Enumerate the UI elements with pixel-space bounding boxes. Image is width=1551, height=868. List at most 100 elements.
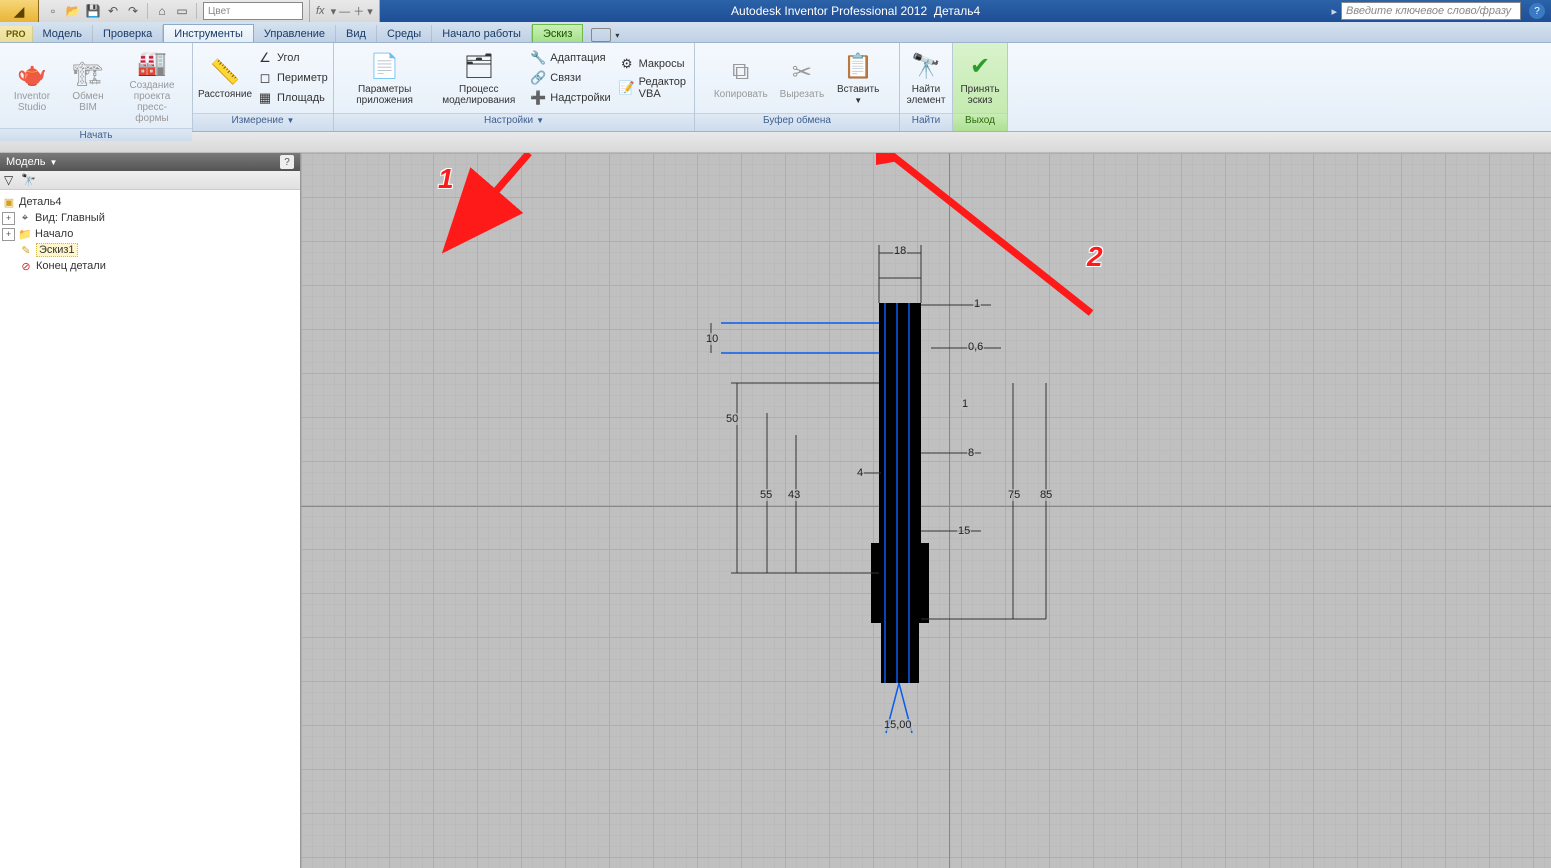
tab-tools[interactable]: Инструменты [163,24,254,42]
color-selector[interactable]: Цвет [203,2,303,20]
panel-find: 🔭Найти элемент Найти [900,43,953,131]
mold-icon: 🏭 [136,47,168,79]
tree-sketch[interactable]: ✎Эскиз1 [2,242,298,258]
undo-icon[interactable]: ↶ [105,3,121,19]
inventor-studio-button[interactable]: 🫖Inventor Studio [6,56,58,115]
tab-view[interactable]: Вид [336,25,377,42]
tab-start[interactable]: Начало работы [432,25,532,42]
dim-10[interactable]: 10 [705,333,719,345]
annotation-1: 1 [438,163,454,195]
sketch-canvas[interactable]: 18 1 0,6 1 10 50 4 8 55 43 75 85 15 15,0… [301,153,1551,868]
window-title: Autodesk Inventor Professional 2012 Дета… [380,4,1332,18]
tree-view[interactable]: +⌖Вид: Главный [2,210,298,226]
addins-button[interactable]: ➕Надстройки [528,89,612,107]
check-icon: ✔ [964,51,996,83]
macros-button[interactable]: ⚙Макросы [617,55,688,73]
dim-1500[interactable]: 15,00 [883,719,913,731]
view-icon: ⌖ [18,211,32,225]
panel-title-exit: Выход [953,113,1007,131]
area-button[interactable]: ▦Площадь [255,89,330,107]
tab-check[interactable]: Проверка [93,25,163,42]
find-button[interactable]: 🔭Найти элемент [900,49,952,108]
help-icon[interactable]: ? [1529,3,1545,19]
ruler-icon: 📏 [209,56,241,88]
copy-icon: ⧉ [725,56,757,88]
teapot-icon: 🫖 [16,58,48,90]
model-browser: Модель▼? ▽ 🔭 ▣Деталь4 +⌖Вид: Главный +📁Н… [0,153,301,868]
dim-4[interactable]: 4 [856,467,864,479]
paste-button[interactable]: 📋Вставить▼ [832,49,884,108]
panel-settings: 📄Параметры приложения 🗂Процесс моделиров… [334,43,695,131]
tab-env[interactable]: Среды [377,25,432,42]
folder-icon: 📁 [18,227,32,241]
adaptation-button[interactable]: 🔧Адаптация [528,49,612,67]
dim-1b[interactable]: 1 [961,398,969,410]
dim-75[interactable]: 75 [1007,489,1021,501]
distance-button[interactable]: 📏Расстояние [199,54,251,102]
perimeter-button[interactable]: ◻Периметр [255,69,330,87]
tab-model[interactable]: Модель [33,25,93,42]
dim-55[interactable]: 55 [759,489,773,501]
dim-8[interactable]: 8 [967,447,975,459]
panel-title-find: Найти [900,113,952,131]
panel-strip [0,132,1551,153]
panel-title-settings[interactable]: Настройки▼ [334,113,694,131]
expand-icon[interactable]: + [2,212,15,225]
new-icon[interactable]: ▫ [45,3,61,19]
home-icon[interactable]: ⌂ [154,3,170,19]
dim-43[interactable]: 43 [787,489,801,501]
tab-manage[interactable]: Управление [254,25,336,42]
binoculars-icon: 🔭 [910,51,942,83]
ribbon-tabs: PRO Модель Проверка Инструменты Управлен… [0,22,1551,43]
macros-icon: ⚙ [619,56,635,72]
mold-project-button[interactable]: 🏭Создание проекта пресс-формы [118,45,186,126]
stop-icon: ⊘ [19,259,33,273]
sketch-icon: ✎ [19,243,33,257]
dim-06[interactable]: 0,6 [967,341,984,353]
select-icon[interactable]: ▭ [174,3,190,19]
vba-button[interactable]: 📝Редактор VBA [617,75,688,101]
accept-sketch-button[interactable]: ✔Принять эскиз [954,49,1006,108]
dim-1a[interactable]: 1 [973,298,981,310]
model-process-button[interactable]: 🗂Процесс моделирования [433,49,524,108]
tree-root[interactable]: ▣Деталь4 [2,194,298,210]
panel-begin: 🫖Inventor Studio 🏗Обмен BIM 🏭Создание пр… [0,43,193,131]
app-params-button[interactable]: 📄Параметры приложения [340,49,429,108]
filter-icon[interactable]: ▽ [4,173,13,187]
redo-icon[interactable]: ↷ [125,3,141,19]
model-tree: ▣Деталь4 +⌖Вид: Главный +📁Начало ✎Эскиз1… [0,190,300,278]
panel-measure: 📏Расстояние ∠Угол ◻Периметр ▦Площадь Изм… [193,43,334,131]
dim-50[interactable]: 50 [725,413,739,425]
cut-button[interactable]: ✂Вырезать [776,54,828,102]
copy-button[interactable]: ⧉Копировать [710,54,772,102]
open-icon[interactable]: 📂 [65,3,81,19]
dim-18[interactable]: 18 [893,245,907,257]
formula-bar[interactable]: fx▾ — ＋ ▾ [310,0,380,22]
tab-sketch[interactable]: Эскиз [532,24,583,42]
addins-icon: ➕ [530,90,546,106]
bim-icon: 🏗 [72,58,104,90]
tree-origin[interactable]: +📁Начало [2,226,298,242]
browser-header[interactable]: Модель▼? [0,153,300,171]
angle-button[interactable]: ∠Угол [255,49,330,67]
find-small-icon[interactable]: 🔭 [21,173,36,187]
browser-toolbar: ▽ 🔭 [0,171,300,190]
angle-icon: ∠ [257,50,273,66]
tab-pro[interactable]: PRO [0,26,33,42]
quick-access-toolbar: ▫ 📂 💾 ↶ ↷ ⌂ ▭ Цвет [39,0,310,22]
panel-title-measure[interactable]: Измерение▼ [193,113,333,131]
docs-icon: 🗂 [463,51,495,83]
workspace: Модель▼? ▽ 🔭 ▣Деталь4 +⌖Вид: Главный +📁Н… [0,153,1551,868]
links-button[interactable]: 🔗Связи [528,69,612,87]
help-small-icon[interactable]: ? [280,155,294,169]
tab-record[interactable]: ▾ [583,28,623,42]
dim-85[interactable]: 85 [1039,489,1053,501]
save-icon[interactable]: 💾 [85,3,101,19]
expand-icon[interactable]: + [2,228,15,241]
bim-exchange-button[interactable]: 🏗Обмен BIM [62,56,114,115]
ribbon: 🫖Inventor Studio 🏗Обмен BIM 🏭Создание пр… [0,43,1551,132]
app-menu-button[interactable]: ◢ [0,0,39,22]
tree-end[interactable]: ⊘Конец детали [2,258,298,274]
search-input[interactable]: Введите ключевое слово/фразу [1341,2,1521,20]
dim-15[interactable]: 15 [957,525,971,537]
